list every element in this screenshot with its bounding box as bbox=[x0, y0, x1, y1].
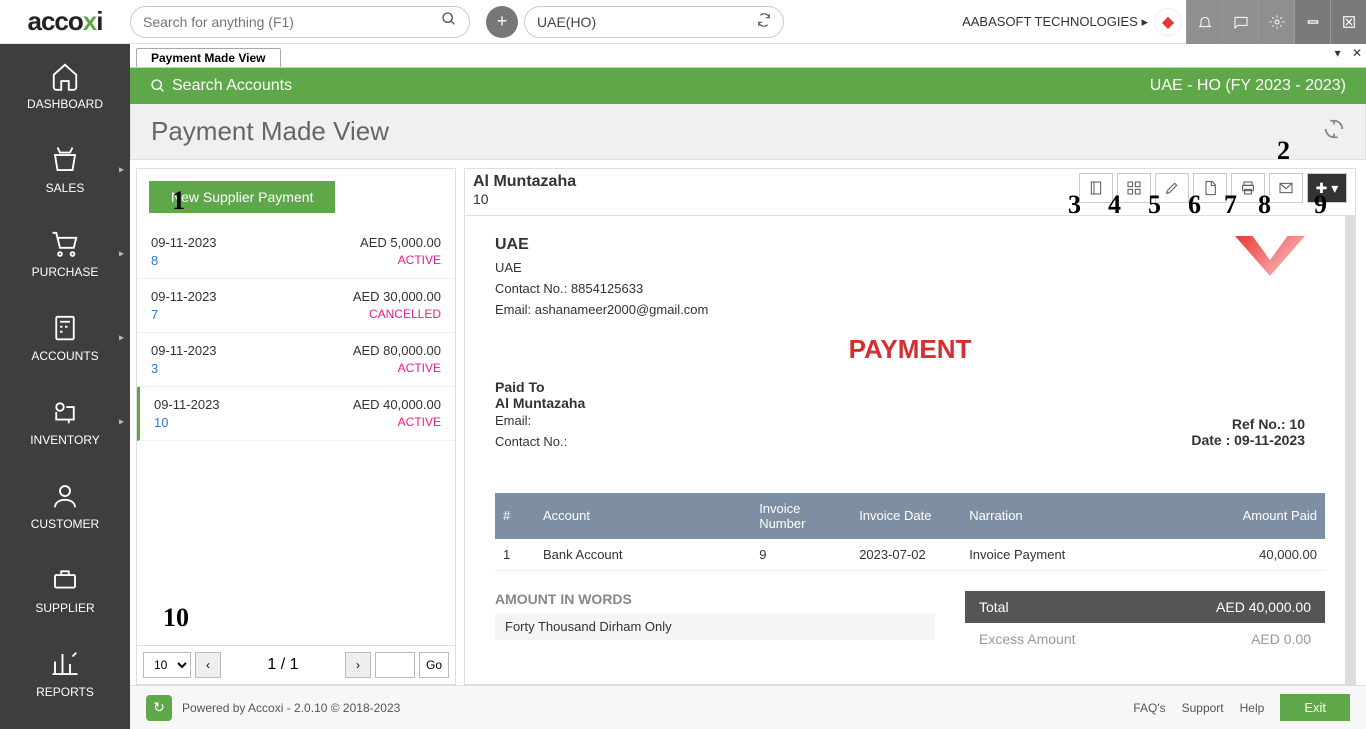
table-row: 1 Bank Account 9 2023-07-02 Invoice Paym… bbox=[495, 539, 1325, 571]
gear-icon[interactable] bbox=[1258, 0, 1294, 44]
sidebar-item-sales[interactable]: SALES▸ bbox=[0, 128, 130, 212]
action-print-icon[interactable] bbox=[1231, 173, 1265, 203]
sidebar-item-accounts[interactable]: ACCOUNTS▸ bbox=[0, 296, 130, 380]
payment-detail-panel: Al Muntazaha 10 ✚ ▾ UAE UAE Contact No. bbox=[464, 168, 1356, 685]
doc-title: PAYMENT bbox=[495, 334, 1325, 365]
sidebar-item-inventory[interactable]: INVENTORY▸ bbox=[0, 380, 130, 464]
sidebar-item-supplier[interactable]: SUPPLIER bbox=[0, 548, 130, 632]
entity-selector[interactable]: UAE(HO) bbox=[524, 6, 784, 38]
app-logo: accoxi bbox=[0, 0, 130, 44]
faq-link[interactable]: FAQ's bbox=[1133, 701, 1165, 715]
action-more-button[interactable]: ✚ ▾ bbox=[1307, 173, 1347, 203]
supplier-name: Al Muntazaha bbox=[473, 173, 576, 191]
search-accounts[interactable]: Search Accounts bbox=[150, 77, 292, 95]
chat-icon[interactable] bbox=[1222, 0, 1258, 44]
action-grid-icon[interactable] bbox=[1117, 173, 1151, 203]
payment-list-item[interactable]: 09-11-2023AED 40,000.00 10ACTIVE bbox=[137, 387, 455, 441]
footer: ↻ Powered by Accoxi - 2.0.10 © 2018-2023… bbox=[130, 685, 1366, 729]
company-name[interactable]: AABASOFT TECHNOLOGIES ▸ bbox=[962, 14, 1148, 30]
refresh-icon[interactable] bbox=[1323, 118, 1345, 146]
context-bar: Search Accounts UAE - HO (FY 2023 - 2023… bbox=[130, 68, 1366, 104]
tab-strip: Payment Made View ▾ ✕ bbox=[130, 44, 1366, 68]
action-edit-icon[interactable] bbox=[1155, 173, 1189, 203]
document-preview: UAE UAE Contact No.: 8854125633 Email: a… bbox=[464, 215, 1356, 685]
sidebar: DASHBOARD SALES▸ PURCHASE▸ ACCOUNTS▸ INV… bbox=[0, 44, 130, 729]
help-link[interactable]: Help bbox=[1240, 701, 1265, 715]
sidebar-item-dashboard[interactable]: DASHBOARD bbox=[0, 44, 130, 128]
payment-lines-table: # Account Invoice Number Invoice Date Na… bbox=[495, 493, 1325, 571]
prev-page-button[interactable]: ‹ bbox=[195, 652, 221, 678]
payment-list-item[interactable]: 09-11-2023AED 30,000.00 7CANCELLED bbox=[137, 279, 455, 333]
sidebar-item-customer[interactable]: CUSTOMER bbox=[0, 464, 130, 548]
action-pdf-icon[interactable] bbox=[1193, 173, 1227, 203]
page-goto-input[interactable] bbox=[375, 652, 415, 678]
go-button[interactable]: Go bbox=[419, 652, 449, 678]
new-supplier-payment-button[interactable]: New Supplier Payment bbox=[149, 181, 335, 213]
amount-in-words: Forty Thousand Dirham Only bbox=[495, 613, 935, 640]
payment-list-panel: New Supplier Payment 09-11-2023AED 5,000… bbox=[136, 168, 456, 685]
footer-logo-icon: ↻ bbox=[146, 695, 172, 721]
bell-icon[interactable] bbox=[1186, 0, 1222, 44]
footer-text: Powered by Accoxi - 2.0.10 © 2018-2023 bbox=[182, 701, 400, 715]
close-button[interactable] bbox=[1330, 0, 1366, 44]
sidebar-item-purchase[interactable]: PURCHASE▸ bbox=[0, 212, 130, 296]
payment-list-item[interactable]: 09-11-2023AED 80,000.00 3ACTIVE bbox=[137, 333, 455, 387]
add-button[interactable]: + bbox=[486, 6, 518, 38]
exit-button[interactable]: Exit bbox=[1280, 694, 1350, 721]
search-icon[interactable] bbox=[441, 11, 457, 32]
tab-payment-made-view[interactable]: Payment Made View bbox=[136, 48, 281, 67]
global-search[interactable] bbox=[130, 6, 470, 38]
fiscal-context: UAE - HO (FY 2023 - 2023) bbox=[1150, 77, 1346, 95]
sidebar-item-reports[interactable]: REPORTS bbox=[0, 632, 130, 716]
page-size-select[interactable]: 10 bbox=[143, 652, 191, 678]
sync-icon[interactable] bbox=[757, 13, 771, 30]
minimize-button[interactable] bbox=[1294, 0, 1330, 44]
page-title: Payment Made View bbox=[151, 116, 389, 147]
support-link[interactable]: Support bbox=[1182, 701, 1224, 715]
action-email-icon[interactable] bbox=[1269, 173, 1303, 203]
tab-close-icon[interactable]: ✕ bbox=[1352, 46, 1362, 60]
search-input[interactable] bbox=[143, 14, 441, 30]
next-page-button[interactable]: › bbox=[345, 652, 371, 678]
action-journal-icon[interactable] bbox=[1079, 173, 1113, 203]
flame-icon[interactable]: ◆ bbox=[1154, 8, 1182, 36]
pager: 10 ‹ 1 / 1 › Go bbox=[137, 645, 455, 684]
org-name: UAE bbox=[495, 236, 1325, 254]
payment-list-item[interactable]: 09-11-2023AED 5,000.00 8ACTIVE bbox=[137, 225, 455, 279]
payment-ref: 10 bbox=[473, 191, 576, 207]
page-info: 1 / 1 bbox=[225, 656, 341, 674]
tab-minimize-icon[interactable]: ▾ bbox=[1335, 46, 1341, 60]
